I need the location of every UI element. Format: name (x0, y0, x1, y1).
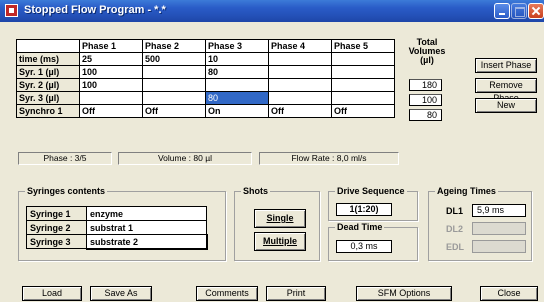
grid-cell[interactable]: Off (142, 104, 206, 118)
total-volume-syr2: 100 (409, 94, 442, 106)
phase-3-header: Phase 3 (205, 39, 269, 53)
close-window-icon[interactable] (528, 3, 544, 19)
row-label-syr1: Syr. 1 (µl) (16, 65, 80, 79)
dead-time-title: Dead Time (335, 222, 385, 232)
grid-cell[interactable]: Off (331, 104, 395, 118)
grid-cell[interactable] (268, 78, 332, 92)
shots-group-title: Shots (241, 186, 271, 196)
edl-field (472, 240, 526, 253)
row-label-time: time (ms) (16, 52, 80, 66)
phase-5-header: Phase 5 (331, 39, 395, 53)
grid-cell[interactable] (268, 65, 332, 79)
grid-cell[interactable] (268, 91, 332, 105)
comments-button[interactable]: Comments (196, 286, 258, 301)
drive-sequence-title: Drive Sequence (335, 186, 407, 196)
syringe-row: Syringe 3 substrate 2 (26, 233, 208, 250)
grid-cell[interactable] (331, 78, 395, 92)
syringe-row: Syringe 1 enzyme (26, 206, 207, 221)
grid-cell[interactable] (79, 91, 143, 105)
grid-cell[interactable] (268, 52, 332, 66)
stopped-flow-window: Stopped Flow Program - *.* Phase 1 Phase… (0, 0, 544, 302)
syringe-1-label: Syringe 1 (26, 206, 87, 221)
ageing-times-title: Ageing Times (435, 186, 498, 196)
row-label-syr2: Syr. 2 (µl) (16, 78, 80, 92)
sfm-options-button[interactable]: SFM Options (356, 286, 452, 301)
dl1-field[interactable]: 5,9 ms (472, 204, 526, 217)
grid-cell[interactable] (142, 65, 206, 79)
grid-cell[interactable]: Off (79, 104, 143, 118)
new-phase-button[interactable]: New (475, 98, 537, 113)
save-as-button[interactable]: Save As (90, 286, 152, 301)
phase-status: Phase : 3/5 (18, 152, 112, 165)
print-button[interactable]: Print (266, 286, 326, 301)
multiple-shot-button[interactable]: Multiple (254, 232, 306, 251)
single-shot-button[interactable]: Single (254, 209, 306, 228)
syringe-row: Syringe 2 substrat 1 (26, 220, 207, 235)
close-button[interactable]: Close (480, 286, 538, 301)
row-label-synchro: Synchro 1 (16, 104, 80, 118)
dl2-field (472, 222, 526, 235)
grid-cell[interactable] (142, 78, 206, 92)
phase-grid: Phase 1 Phase 2 Phase 3 Phase 4 Phase 5 … (16, 39, 395, 118)
grid-cell-selected[interactable]: 80 (205, 91, 269, 105)
grid-cell[interactable]: Off (268, 104, 332, 118)
syringes-table: Syringe 1 enzyme Syringe 2 substrat 1 Sy… (26, 206, 208, 250)
grid-row-syr2: Syr. 2 (µl) 100 (16, 78, 395, 92)
grid-cell[interactable]: 25 (79, 52, 143, 66)
syringe-3-label: Syringe 3 (26, 234, 87, 249)
grid-row-syr3: Syr. 3 (µl) 80 (16, 91, 395, 105)
phase-4-header: Phase 4 (268, 39, 332, 53)
edl-label: EDL (446, 242, 464, 252)
drive-sequence-field[interactable]: 1(1:20) (336, 203, 392, 216)
grid-cell[interactable]: 500 (142, 52, 206, 66)
syringe-1-content-input[interactable]: enzyme (86, 206, 207, 221)
syringe-2-label: Syringe 2 (26, 220, 87, 235)
load-button[interactable]: Load (22, 286, 82, 301)
total-volume-syr1: 180 (409, 79, 442, 91)
total-volumes-label: Total Volumes (µl) (404, 38, 450, 65)
grid-header-row: Phase 1 Phase 2 Phase 3 Phase 4 Phase 5 (16, 39, 395, 53)
dl1-label: DL1 (446, 206, 464, 216)
dead-time-field: 0,3 ms (336, 240, 392, 253)
flow-rate-status: Flow Rate : 8,0 ml/s (259, 152, 399, 165)
grid-cell[interactable]: 100 (79, 65, 143, 79)
dl2-label: DL2 (446, 224, 464, 234)
maximize-icon (511, 3, 527, 19)
app-icon (5, 4, 18, 17)
grid-cell[interactable]: On (205, 104, 269, 118)
total-volumes-label-line3: (µl) (420, 55, 434, 65)
grid-row-time: time (ms) 25 500 10 (16, 52, 395, 66)
insert-phase-button[interactable]: Insert Phase (475, 58, 537, 73)
grid-cell[interactable] (331, 91, 395, 105)
grid-cell[interactable]: 10 (205, 52, 269, 66)
title-bar[interactable]: Stopped Flow Program - *.* (0, 0, 544, 22)
grid-cell[interactable]: 80 (205, 65, 269, 79)
grid-cell[interactable]: 100 (79, 78, 143, 92)
remove-phase-button[interactable]: Remove Phase (475, 78, 537, 103)
phase-2-header: Phase 2 (142, 39, 206, 53)
minimize-icon[interactable] (494, 3, 510, 19)
syringe-2-content-input[interactable]: substrat 1 (86, 220, 207, 235)
grid-cell[interactable] (205, 78, 269, 92)
syringes-group-title: Syringes contents (25, 186, 108, 196)
grid-cell[interactable] (331, 65, 395, 79)
total-volume-syr3: 80 (409, 109, 442, 121)
grid-row-synchro: Synchro 1 Off Off On Off Off (16, 104, 395, 118)
window-title: Stopped Flow Program - *.* (24, 4, 166, 16)
row-label-syr3: Syr. 3 (µl) (16, 91, 80, 105)
grid-cell[interactable] (142, 91, 206, 105)
grid-cell[interactable] (331, 52, 395, 66)
phase-1-header: Phase 1 (79, 39, 143, 53)
volume-status: Volume : 80 µl (118, 152, 252, 165)
grid-corner (16, 39, 80, 53)
grid-row-syr1: Syr. 1 (µl) 100 80 (16, 65, 395, 79)
syringe-3-content-input[interactable]: substrate 2 (85, 233, 208, 250)
